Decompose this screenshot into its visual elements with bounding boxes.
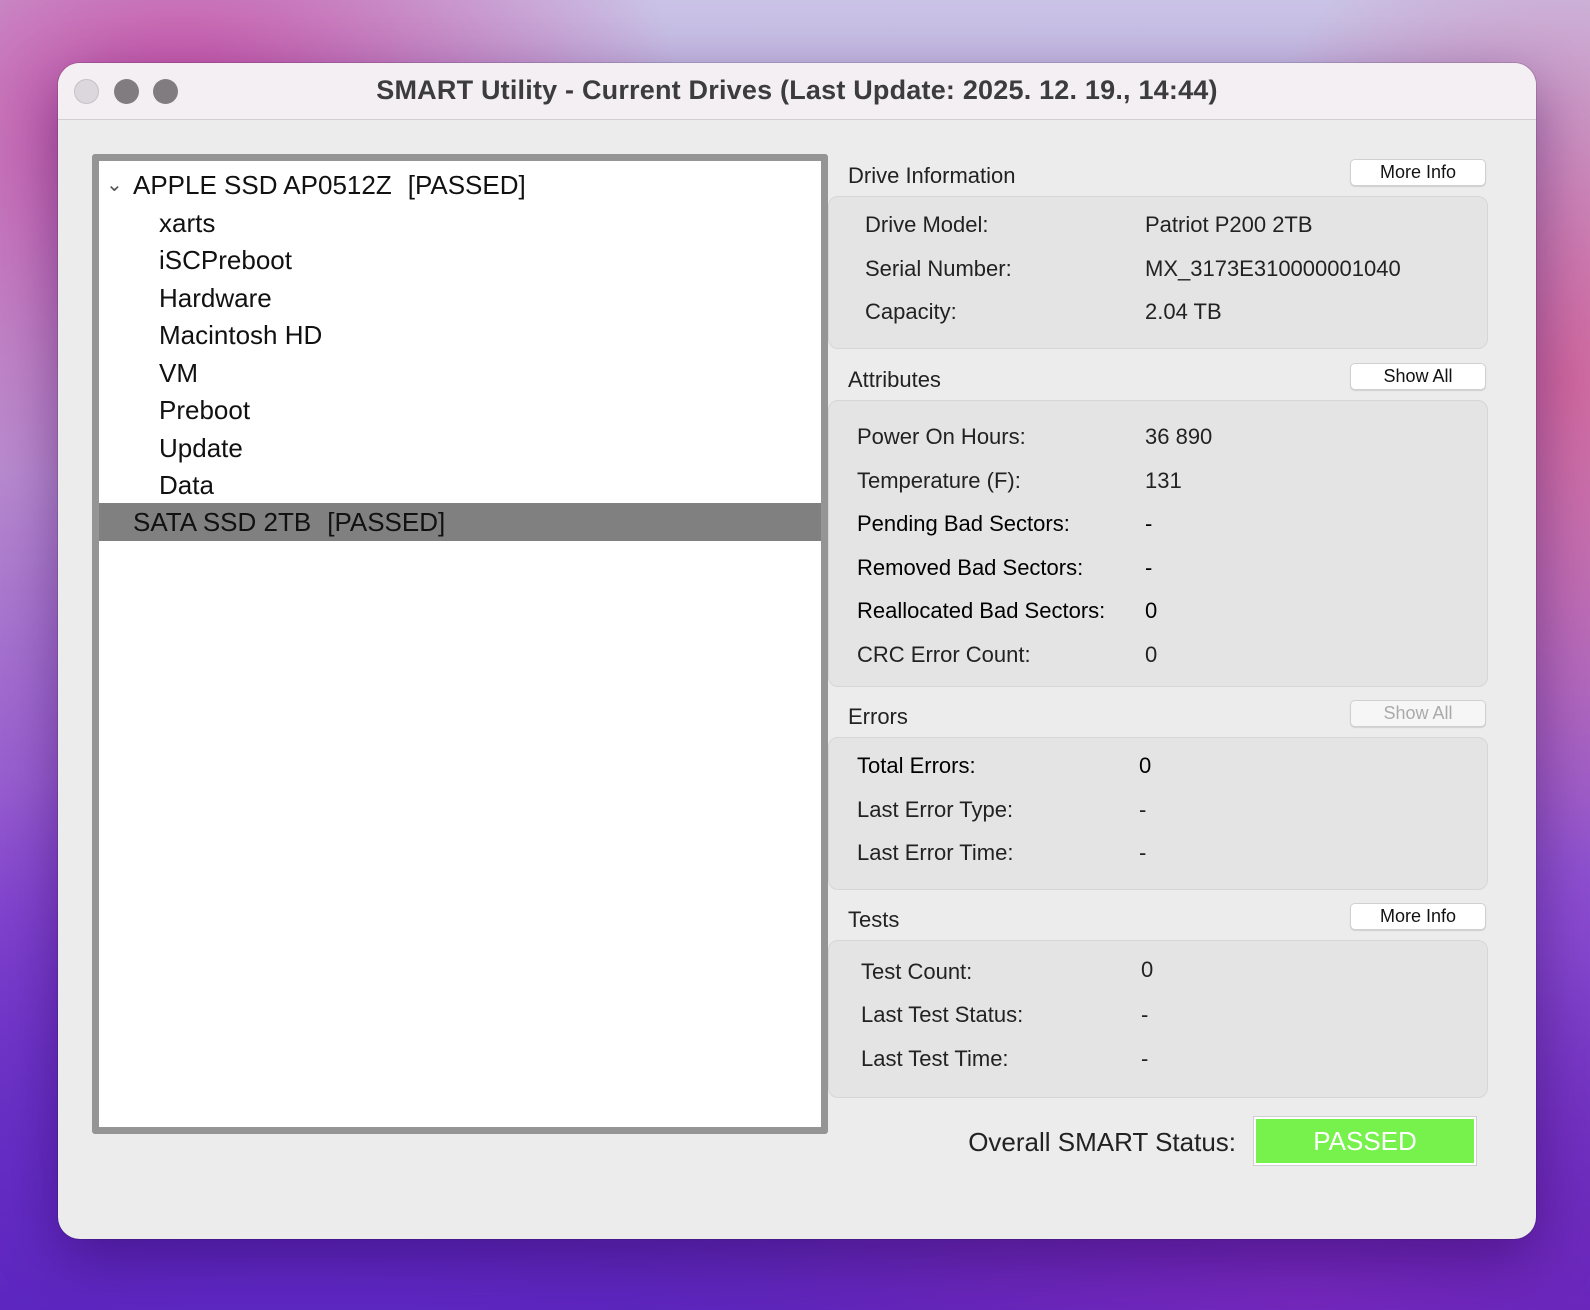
errors-title: Errors: [848, 704, 908, 729]
drive-info-title: Drive Information: [848, 163, 1016, 188]
tests-more-info-button[interactable]: More Info: [1350, 903, 1486, 930]
drive-status: [PASSED]: [327, 507, 446, 537]
drive-info-more-info-button[interactable]: More Info: [1350, 159, 1486, 186]
tree-volume-item[interactable]: Update: [159, 429, 243, 467]
removed-bad-sectors-value: -: [1145, 555, 1153, 580]
last-test-status-value: -: [1141, 1002, 1149, 1027]
temperature-value: 131: [1145, 468, 1182, 493]
serial-number-label: Serial Number:: [865, 256, 1012, 281]
tree-volume-item[interactable]: iSCPreboot: [159, 241, 292, 279]
test-count-label: Test Count:: [861, 959, 973, 984]
capacity-value: 2.04 TB: [1145, 299, 1222, 324]
serial-number-value: MX_3173E310000001040: [1145, 256, 1401, 281]
last-error-time-value: -: [1139, 840, 1147, 865]
overall-smart-status-badge: PASSED: [1254, 1117, 1476, 1165]
drive-model-value: Patriot P200 2TB: [1145, 212, 1313, 237]
drive-name: SATA SSD 2TB: [133, 507, 312, 537]
total-errors-label: Total Errors:: [857, 753, 976, 778]
drive-info-box: Drive Model: Patriot P200 2TB Serial Num…: [828, 196, 1488, 349]
tree-drive-apple-ssd[interactable]: ⌄ APPLE SSD AP0512Z [PASSED]: [99, 166, 821, 204]
errors-show-all-button: Show All: [1350, 700, 1486, 727]
last-test-time-value: -: [1141, 1046, 1149, 1071]
smart-utility-window: SMART Utility - Current Drives (Last Upd…: [58, 63, 1536, 1239]
drive-status: [PASSED]: [407, 170, 526, 200]
last-test-status-label: Last Test Status:: [861, 1002, 1024, 1027]
pending-bad-sectors-label: Pending Bad Sectors:: [857, 511, 1070, 536]
details-panel: Drive Information More Info Drive Model:…: [828, 63, 1528, 1239]
chevron-down-icon[interactable]: ⌄: [106, 166, 123, 204]
crc-error-count-value: 0: [1145, 642, 1158, 667]
tree-volume-item[interactable]: VM: [159, 354, 198, 392]
crc-error-count-label: CRC Error Count:: [857, 642, 1031, 667]
temperature-label: Temperature (F):: [857, 468, 1021, 493]
tree-volume-item[interactable]: Macintosh HD: [159, 316, 322, 354]
attributes-title: Attributes: [848, 367, 941, 392]
test-count-value: 0: [1141, 957, 1154, 982]
pending-bad-sectors-value: -: [1145, 511, 1153, 536]
reallocated-bad-sectors-label: Reallocated Bad Sectors:: [857, 598, 1106, 623]
total-errors-value: 0: [1139, 753, 1152, 778]
capacity-label: Capacity:: [865, 299, 957, 324]
attributes-box: Power On Hours: 36 890 Temperature (F): …: [828, 400, 1488, 687]
overall-smart-status-label: Overall SMART Status:: [968, 1127, 1236, 1157]
removed-bad-sectors-label: Removed Bad Sectors:: [857, 555, 1084, 580]
errors-box: Total Errors: 0 Last Error Type: - Last …: [828, 737, 1488, 890]
drive-name: APPLE SSD AP0512Z: [133, 170, 392, 200]
power-on-hours-label: Power On Hours:: [857, 424, 1026, 449]
last-error-time-label: Last Error Time:: [857, 840, 1014, 865]
tree-drive-sata-ssd[interactable]: SATA SSD 2TB [PASSED]: [99, 503, 821, 541]
last-error-type-label: Last Error Type:: [857, 797, 1014, 822]
tree-volume-item[interactable]: Hardware: [159, 279, 272, 317]
power-on-hours-value: 36 890: [1145, 424, 1213, 449]
drive-tree[interactable]: ⌄ APPLE SSD AP0512Z [PASSED] xarts iSCPre…: [92, 154, 828, 1134]
tree-volume-item[interactable]: Data: [159, 466, 214, 504]
last-error-type-value: -: [1139, 797, 1147, 822]
tests-box: Test Count: 0 Last Test Status: - Last T…: [828, 940, 1488, 1098]
drive-model-label: Drive Model:: [865, 212, 989, 237]
tree-volume-item[interactable]: Preboot: [159, 391, 250, 429]
last-test-time-label: Last Test Time:: [861, 1046, 1009, 1071]
tests-title: Tests: [848, 907, 900, 932]
attributes-show-all-button[interactable]: Show All: [1350, 363, 1486, 390]
tree-volume-item[interactable]: xarts: [159, 204, 215, 242]
reallocated-bad-sectors-value: 0: [1145, 598, 1158, 623]
